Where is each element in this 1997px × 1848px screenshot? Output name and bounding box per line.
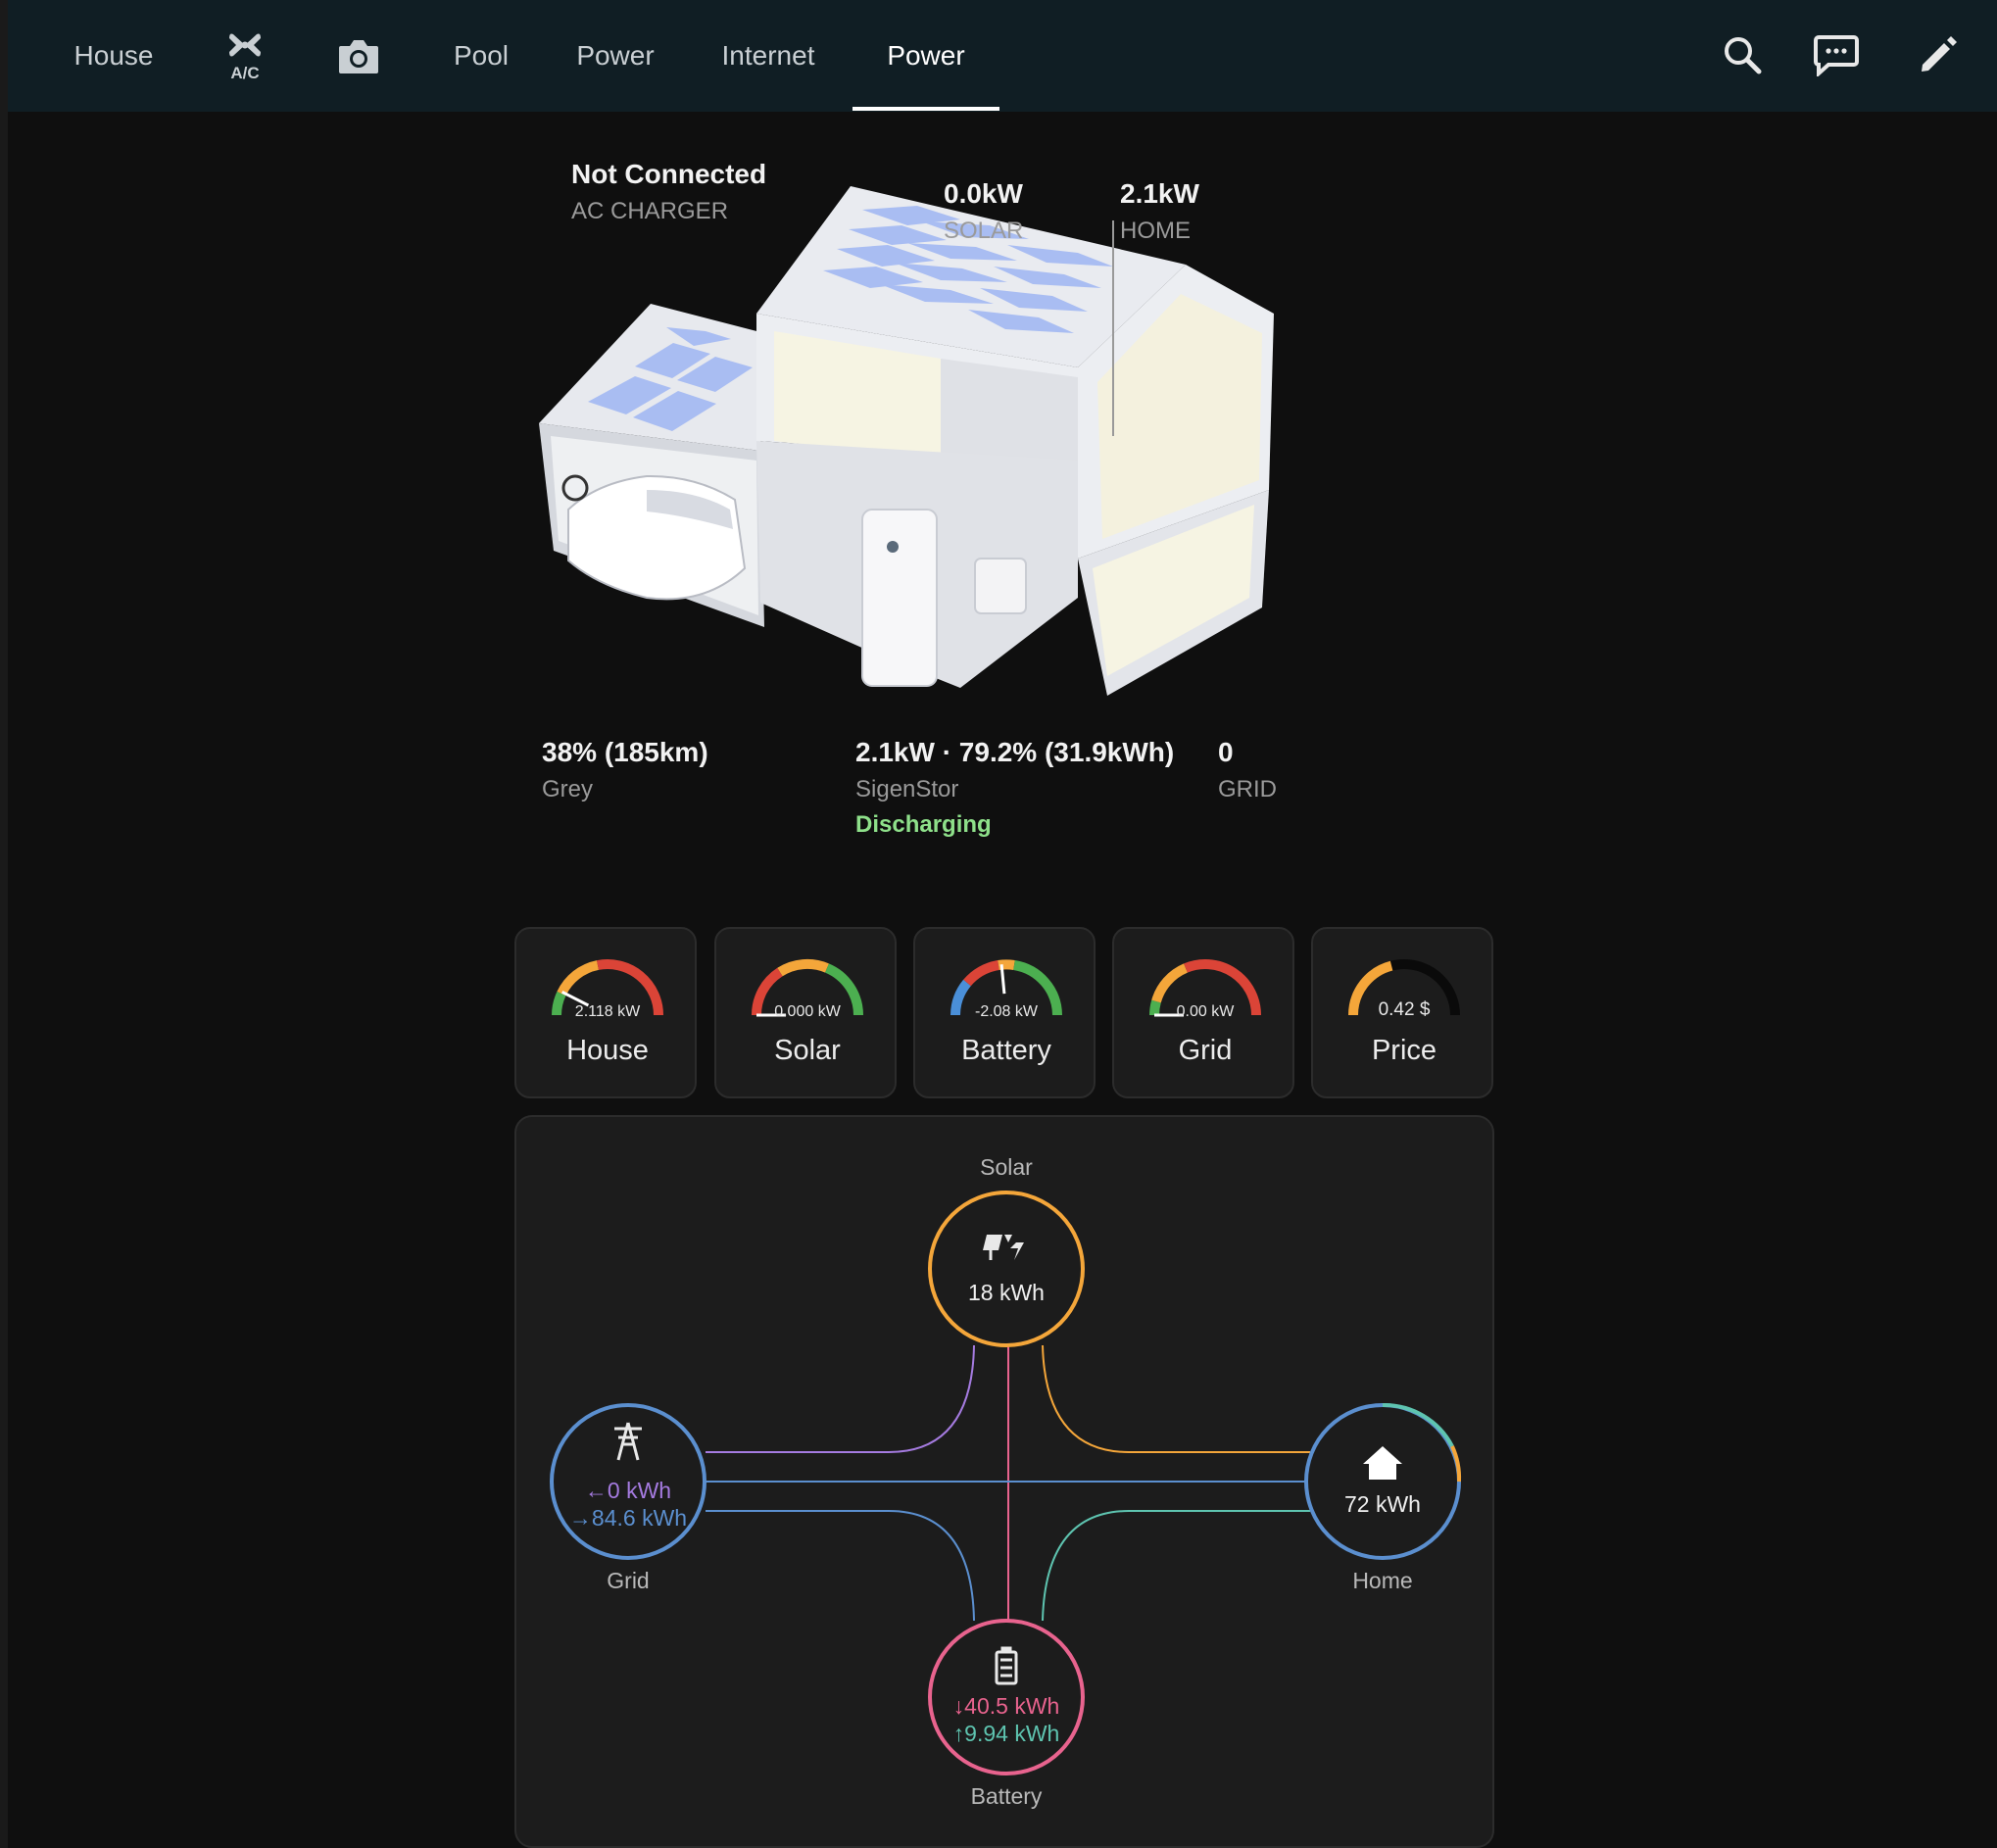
camera-icon [339,40,378,73]
tab-house-label: House [73,40,154,71]
active-tab-indicator [852,107,999,111]
solar-node-label: Solar [980,1154,1033,1180]
assist-button[interactable] [1809,27,1864,82]
solar-power-value: 0.0kW [944,178,1023,209]
gauge-card-solar[interactable]: 0.000 kW Solar [714,927,897,1098]
flow-line-battery-home [1042,1510,1310,1622]
assist-icon [1814,35,1859,76]
battery-out-value: 40.5 kWh [964,1693,1060,1719]
ac-charger-label: Not Connected AC CHARGER [571,159,766,225]
energy-distribution-card: Solar 18 kWh ←0 kWh →84.6 kWh Grid 72 kW… [514,1115,1494,1848]
home-node-value[interactable]: 72 kWh [1304,1491,1461,1518]
tab-power-label: Power [576,40,655,71]
gauge-card-house[interactable]: 2.118 kW House [514,927,697,1098]
house-gauge-name: House [566,1035,649,1066]
tab-power[interactable]: Power [557,0,674,112]
price-gauge-name: Price [1371,1035,1437,1066]
tab-camera[interactable] [319,0,398,112]
house-illustration [539,186,1274,696]
top-navigation-bar: House A/C Pool Power Internet Power [8,0,1997,112]
solar-node-value[interactable]: 18 kWh [928,1280,1085,1306]
home-node-label: Home [1352,1568,1413,1593]
battery-state: Discharging [855,811,992,838]
grid-node-label: Grid [607,1568,650,1593]
gauge-card-price[interactable]: 0.42 $ Price [1311,927,1493,1098]
price-gauge-value: 0.42 $ [1378,999,1431,1020]
car-status-label: 38% (185km) Grey [542,737,708,803]
grid-node-return[interactable]: ←0 kWh [550,1478,706,1504]
battery-node-in[interactable]: ↑9.94 kWh [928,1721,1085,1747]
grid-return-value: 0 kWh [607,1478,672,1503]
battery-power-value: 2.1kW · 79.2% (31.9kWh) [855,737,1175,767]
solar-power-label: 0.0kW SOLAR [944,178,1023,245]
ac-icon: A/C [229,33,261,81]
home-power-value: 2.1kW [1120,178,1199,209]
grid-gauge-value: 0.00 kW [1176,1003,1235,1020]
battery-status-label: 2.1kW · 79.2% (31.9kWh) SigenStor Discha… [855,737,1174,839]
ac-charger-value: Not Connected [571,159,767,189]
search-icon [1725,37,1762,74]
gauge-card-battery[interactable]: -2.08 kW Battery [913,927,1096,1098]
solar-node-circle [928,1191,1085,1347]
grid-caption: GRID [1218,776,1277,802]
solar-gauge-value: 0.000 kW [774,1003,841,1020]
grid-consumption-value: 84.6 kWh [591,1505,688,1531]
home-power-caption: HOME [1120,218,1191,244]
search-button[interactable] [1715,27,1770,82]
edit-button[interactable] [1911,27,1966,82]
solar-gauge-name: Solar [774,1035,841,1066]
grid-status-label: 0 GRID [1218,737,1277,803]
house-gauge-value: 2.118 kW [574,1003,641,1020]
tab-pool[interactable]: Pool [427,0,535,112]
tab-pool-label: Pool [453,40,510,71]
flow-line-grid-battery [706,1510,975,1622]
battery-gauge-value: -2.08 kW [974,1003,1038,1020]
tab-house[interactable]: House [45,0,182,112]
grid-gauge-name: Grid [1178,1035,1233,1066]
tab-ac[interactable]: A/C [206,0,284,112]
home-power-label: 2.1kW HOME [1120,178,1199,245]
edit-icon [1922,36,1957,72]
tab-internet-label: Internet [721,40,815,71]
left-edge [0,0,8,1848]
battery-node-out[interactable]: ↓40.5 kWh [928,1693,1085,1720]
battery-node-label: Battery [970,1783,1043,1809]
flow-line-solar-home [1042,1344,1310,1453]
grid-node-consumption[interactable]: →84.6 kWh [550,1505,706,1532]
svg-text:A/C: A/C [230,64,259,81]
battery-name: SigenStor [855,776,959,802]
tab-power-active[interactable]: Power [852,0,999,112]
car-name: Grey [542,776,594,802]
home-node-circle [1304,1403,1461,1560]
battery-gauge-name: Battery [961,1035,1051,1066]
tab-power-active-label: Power [887,40,965,71]
gauge-card-grid[interactable]: 0.00 kW Grid [1112,927,1294,1098]
battery-in-value: 9.94 kWh [964,1721,1060,1746]
grid-power-value: 0 [1218,737,1234,767]
car-charge-value: 38% (185km) [542,737,708,767]
solar-power-caption: SOLAR [944,218,1024,244]
flow-line-solar-grid [706,1344,975,1453]
tab-internet[interactable]: Internet [700,0,837,112]
ac-charger-caption: AC CHARGER [571,198,729,224]
